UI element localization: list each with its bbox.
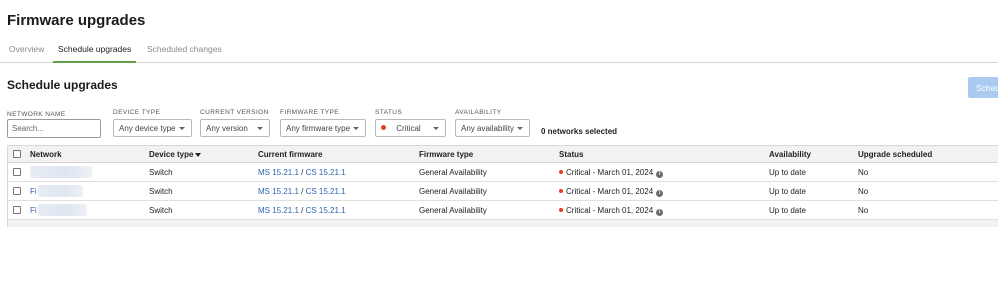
ms-firmware-link[interactable]: MS 15.21.1 bbox=[258, 187, 299, 196]
column-header-availability[interactable]: Availability bbox=[769, 150, 811, 159]
row-checkbox[interactable] bbox=[13, 168, 21, 176]
firmware-separator: / bbox=[298, 206, 306, 215]
device-type-cell: Switch bbox=[149, 187, 173, 196]
chevron-down-icon bbox=[517, 127, 523, 130]
selected-count: 0 networks selected bbox=[541, 127, 618, 136]
availability-cell: Up to date bbox=[769, 206, 806, 215]
firmware-type-cell: General Availability bbox=[419, 187, 487, 196]
row-checkbox[interactable] bbox=[13, 206, 21, 214]
cs-firmware-link[interactable]: CS 15.21.1 bbox=[306, 187, 346, 196]
chevron-down-icon bbox=[179, 127, 185, 130]
table-footer bbox=[8, 220, 998, 227]
column-header-firmware-type[interactable]: Firmware type bbox=[419, 150, 473, 159]
firmware-separator: / bbox=[298, 187, 306, 196]
availability-dropdown[interactable]: Any availability bbox=[455, 119, 530, 137]
network-name-redacted bbox=[30, 166, 92, 178]
current-version-value: Any version bbox=[206, 124, 248, 133]
availability-cell: Up to date bbox=[769, 168, 806, 177]
critical-dot-icon bbox=[381, 125, 386, 130]
critical-dot-icon bbox=[559, 189, 563, 193]
current-firmware-cell: MS 15.21.1 / CS 15.21.1 bbox=[258, 187, 346, 196]
info-icon[interactable]: i bbox=[656, 190, 664, 197]
table-row: Fi Switch MS 15.21.1 / CS 15.21.1 Genera… bbox=[8, 182, 998, 201]
availability-value: Any availability bbox=[461, 124, 514, 133]
network-search-input[interactable] bbox=[7, 119, 101, 138]
status-cell: Critical - March 01, 2024 i bbox=[559, 187, 664, 197]
device-type-label: DEVICE TYPE bbox=[113, 109, 161, 116]
table-header: Network Device type Current firmware Fir… bbox=[8, 146, 998, 163]
status-text: Critical - March 01, 2024 bbox=[566, 187, 654, 196]
table-row: Switch MS 15.21.1 / CS 15.21.1 General A… bbox=[8, 163, 998, 182]
info-icon[interactable]: i bbox=[656, 209, 664, 216]
schedule-button[interactable]: Sched bbox=[968, 77, 998, 98]
column-header-current-firmware[interactable]: Current firmware bbox=[258, 150, 322, 159]
network-name-redacted bbox=[38, 204, 87, 216]
status-value: Critical bbox=[396, 124, 421, 133]
chevron-down-icon bbox=[353, 127, 359, 130]
current-firmware-cell: MS 15.21.1 / CS 15.21.1 bbox=[258, 206, 346, 215]
network-name-redacted bbox=[38, 185, 83, 197]
current-version-label: CURRENT VERSION bbox=[200, 109, 269, 116]
cs-firmware-link[interactable]: CS 15.21.1 bbox=[306, 168, 346, 177]
status-text: Critical - March 01, 2024 bbox=[566, 168, 654, 177]
availability-cell: Up to date bbox=[769, 187, 806, 196]
firmware-type-cell: General Availability bbox=[419, 206, 487, 215]
networks-table: Network Device type Current firmware Fir… bbox=[7, 145, 998, 227]
chevron-down-icon bbox=[257, 127, 263, 130]
upgrade-scheduled-cell: No bbox=[858, 168, 869, 177]
firmware-type-value: Any firmware type bbox=[286, 124, 351, 133]
current-version-dropdown[interactable]: Any version bbox=[200, 119, 270, 137]
status-cell: Critical - March 01, 2024 i bbox=[559, 206, 664, 216]
network-name-label: NETWORK NAME bbox=[7, 111, 66, 118]
section-title: Schedule upgrades bbox=[7, 78, 118, 92]
firmware-type-cell: General Availability bbox=[419, 168, 487, 177]
ms-firmware-link[interactable]: MS 15.21.1 bbox=[258, 168, 299, 177]
tab-overview[interactable]: Overview bbox=[9, 44, 44, 63]
sort-down-icon bbox=[195, 153, 202, 157]
device-type-cell: Switch bbox=[149, 168, 173, 177]
network-link[interactable]: Fi bbox=[30, 187, 37, 196]
firmware-type-dropdown[interactable]: Any firmware type bbox=[280, 119, 366, 137]
current-firmware-cell: MS 15.21.1 / CS 15.21.1 bbox=[258, 168, 346, 177]
status-cell: Critical - March 01, 2024 i bbox=[559, 168, 664, 178]
table-row: Fi Switch MS 15.21.1 / CS 15.21.1 Genera… bbox=[8, 201, 998, 220]
status-text: Critical - March 01, 2024 bbox=[566, 206, 654, 215]
device-type-value: Any device type bbox=[119, 124, 176, 133]
device-type-dropdown[interactable]: Any device type bbox=[113, 119, 192, 137]
column-header-network[interactable]: Network bbox=[30, 150, 62, 159]
chevron-down-icon bbox=[433, 127, 439, 130]
select-all-checkbox[interactable] bbox=[13, 150, 21, 158]
column-header-upgrade-scheduled[interactable]: Upgrade scheduled bbox=[858, 150, 932, 159]
status-dropdown[interactable]: Critical bbox=[375, 119, 446, 137]
tab-bar: Overview Schedule upgrades Scheduled cha… bbox=[0, 40, 998, 63]
tab-schedule-upgrades[interactable]: Schedule upgrades bbox=[53, 44, 137, 63]
upgrade-scheduled-cell: No bbox=[858, 206, 869, 215]
column-header-device-type[interactable]: Device type bbox=[149, 150, 202, 159]
tab-scheduled-changes[interactable]: Scheduled changes bbox=[147, 44, 222, 63]
ms-firmware-link[interactable]: MS 15.21.1 bbox=[258, 206, 299, 215]
critical-dot-icon bbox=[559, 170, 563, 174]
availability-label: AVAILABILITY bbox=[455, 109, 502, 116]
info-icon[interactable]: i bbox=[656, 171, 664, 178]
upgrade-scheduled-cell: No bbox=[858, 187, 869, 196]
page-title: Firmware upgrades bbox=[7, 12, 146, 29]
device-type-cell: Switch bbox=[149, 206, 173, 215]
cs-firmware-link[interactable]: CS 15.21.1 bbox=[306, 206, 346, 215]
column-header-status[interactable]: Status bbox=[559, 150, 583, 159]
row-checkbox[interactable] bbox=[13, 187, 21, 195]
critical-dot-icon bbox=[559, 208, 563, 212]
firmware-type-label: FIRMWARE TYPE bbox=[280, 109, 340, 116]
firmware-separator: / bbox=[298, 168, 306, 177]
status-label: STATUS bbox=[375, 109, 403, 116]
device-type-header-label: Device type bbox=[149, 150, 194, 159]
network-link[interactable]: Fi bbox=[30, 206, 37, 215]
